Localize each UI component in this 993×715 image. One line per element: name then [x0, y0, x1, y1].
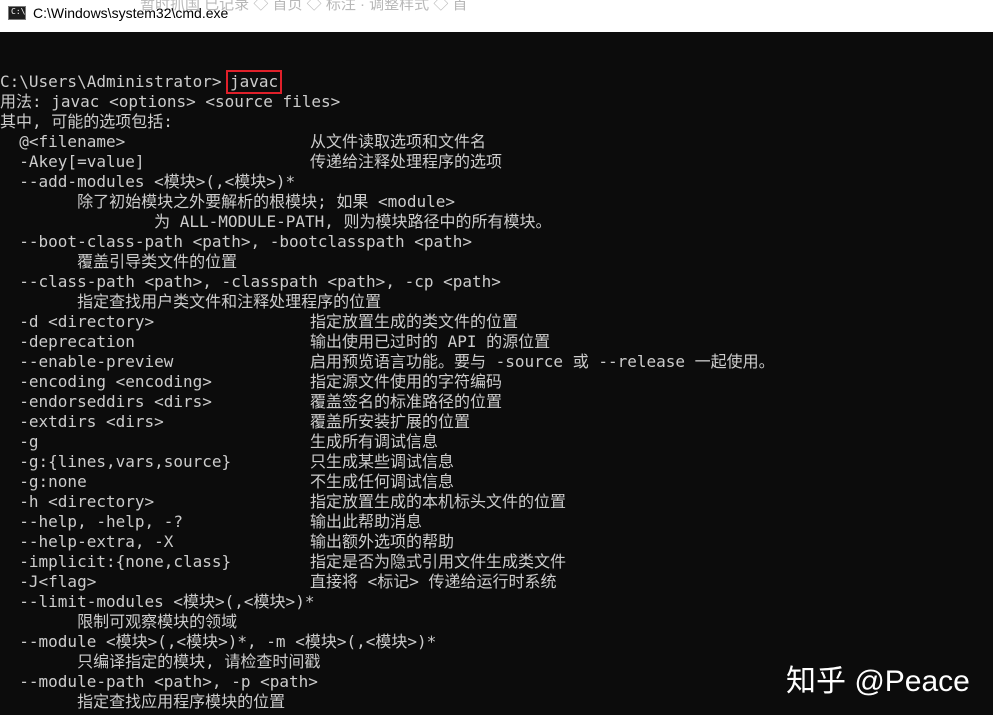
- option-text: 指定查找应用程序模块的位置: [0, 692, 286, 711]
- console-line: -d <directory> 指定放置生成的类文件的位置: [0, 312, 993, 332]
- console-line: 覆盖引导类文件的位置: [0, 252, 993, 272]
- console-line: 为 ALL-MODULE-PATH, 则为模块路径中的所有模块。: [0, 212, 993, 232]
- option-text: -h <directory>: [0, 492, 155, 511]
- option-description: 直接将 <标记> 传递给运行时系统: [310, 572, 557, 591]
- option-description: 生成所有调试信息: [310, 432, 439, 451]
- option-text: 用法: javac <options> <source files>: [0, 92, 341, 111]
- option-text: 覆盖引导类文件的位置: [0, 252, 238, 271]
- option-text: -g: [0, 432, 39, 451]
- window-title: C:\Windows\system32\cmd.exe: [33, 5, 229, 21]
- console-line: 用法: javac <options> <source files>: [0, 92, 993, 112]
- option-text: -d <directory>: [0, 312, 155, 331]
- console-line: -encoding <encoding> 指定源文件使用的字符编码: [0, 372, 993, 392]
- option-text: -encoding <encoding>: [0, 372, 212, 391]
- cmd-app-icon[interactable]: C:\: [8, 6, 26, 20]
- console-line: --add-modules <模块>(,<模块>)*: [0, 172, 993, 192]
- console-line: -Akey[=value] 传递给注释处理程序的选项: [0, 152, 993, 172]
- console-line: -deprecation 输出使用已过时的 API 的源位置: [0, 332, 993, 352]
- option-text: --class-path <path>, -classpath <path>, …: [0, 272, 501, 291]
- option-description: 指定放置生成的本机标头文件的位置: [310, 492, 567, 511]
- console-line: -g 生成所有调试信息: [0, 432, 993, 452]
- option-description: 输出额外选项的帮助: [310, 532, 455, 551]
- option-text: --module-path <path>, -p <path>: [0, 672, 318, 691]
- command-prompt: C:\Users\Administrator>: [0, 72, 222, 91]
- console-line: -J<flag> 直接将 <标记> 传递给运行时系统: [0, 572, 993, 592]
- console-line: 指定查找用户类文件和注释处理程序的位置: [0, 292, 993, 312]
- console-line: -endorseddirs <dirs> 覆盖签名的标准路径的位置: [0, 392, 993, 412]
- option-description: 输出使用已过时的 API 的源位置: [310, 332, 551, 351]
- option-text: -endorseddirs <dirs>: [0, 392, 212, 411]
- option-text: -deprecation: [0, 332, 135, 351]
- option-description: 指定是否为隐式引用文件生成类文件: [310, 552, 567, 571]
- option-description: 不生成任何调试信息: [310, 472, 455, 491]
- console-line: --class-path <path>, -classpath <path>, …: [0, 272, 993, 292]
- option-text: -g:none: [0, 472, 87, 491]
- console-line: --boot-class-path <path>, -bootclasspath…: [0, 232, 993, 252]
- console-line: --help-extra, -X 输出额外选项的帮助: [0, 532, 993, 552]
- option-text: 为 ALL-MODULE-PATH, 则为模块路径中的所有模块。: [0, 212, 552, 231]
- option-text: @<filename>: [0, 132, 126, 151]
- option-text: 其中, 可能的选项包括:: [0, 112, 173, 131]
- prompt-line: C:\Users\Administrator> javac: [0, 70, 993, 94]
- option-description: 覆盖签名的标准路径的位置: [310, 392, 503, 411]
- option-text: 只编译指定的模块, 请检查时间戳: [0, 652, 321, 671]
- option-description: 只生成某些调试信息: [310, 452, 455, 471]
- console-line: --enable-preview 启用预览语言功能。要与 -source 或 --…: [0, 352, 993, 372]
- option-description: 启用预览语言功能。要与 -source 或 --release 一起使用。: [310, 352, 775, 371]
- option-description: 指定源文件使用的字符编码: [310, 372, 503, 391]
- console-line: -extdirs <dirs> 覆盖所安装扩展的位置: [0, 412, 993, 432]
- option-text: -J<flag>: [0, 572, 97, 591]
- console-line: -g:none 不生成任何调试信息: [0, 472, 993, 492]
- console-line: -h <directory> 指定放置生成的本机标头文件的位置: [0, 492, 993, 512]
- option-text: --add-modules <模块>(,<模块>)*: [0, 172, 296, 191]
- option-text: -Akey[=value]: [0, 152, 145, 171]
- console-line: 其中, 可能的选项包括:: [0, 112, 993, 132]
- console-line: @<filename> 从文件读取选项和文件名: [0, 132, 993, 152]
- console-line: --help, -help, -? 输出此帮助消息: [0, 512, 993, 532]
- option-description: 输出此帮助消息: [310, 512, 423, 531]
- console-line: -g:{lines,vars,source} 只生成某些调试信息: [0, 452, 993, 472]
- option-text: --boot-class-path <path>, -bootclasspath…: [0, 232, 473, 251]
- console-line: 限制可观察模块的领域: [0, 612, 993, 632]
- console-line: 除了初始模块之外要解析的根模块; 如果 <module>: [0, 192, 993, 212]
- typed-command-highlighted: javac: [225, 70, 283, 94]
- option-description: 从文件读取选项和文件名: [310, 132, 487, 151]
- console-line: --module <模块>(,<模块>)*, -m <模块>(,<模块>)*: [0, 632, 993, 652]
- option-text: -extdirs <dirs>: [0, 412, 164, 431]
- option-description: 覆盖所安装扩展的位置: [310, 412, 471, 431]
- option-text: --module <模块>(,<模块>)*, -m <模块>(,<模块>)*: [0, 632, 437, 651]
- option-description: 传递给注释处理程序的选项: [310, 152, 503, 171]
- option-description: 指定放置生成的类文件的位置: [310, 312, 519, 331]
- console-line: -implicit:{none,class} 指定是否为隐式引用文件生成类文件: [0, 552, 993, 572]
- option-text: --limit-modules <模块>(,<模块>)*: [0, 592, 315, 611]
- console-line: --limit-modules <模块>(,<模块>)*: [0, 592, 993, 612]
- option-text: 指定查找用户类文件和注释处理程序的位置: [0, 292, 382, 311]
- option-text: --enable-preview: [0, 352, 174, 371]
- option-text: -implicit:{none,class}: [0, 552, 232, 571]
- console-output[interactable]: C:\Users\Administrator> javac 用法: javac …: [0, 70, 993, 712]
- watermark-text: 知乎 @Peace: [786, 665, 970, 698]
- option-text: -g:{lines,vars,source}: [0, 452, 232, 471]
- title-bar[interactable]: 暂时抓国 已记录 ◇ 首页 ◇ 标注 · 调整样式 ◇ 首 C:\ C:\Win…: [0, 0, 993, 32]
- option-text: --help, -help, -?: [0, 512, 184, 531]
- option-text: --help-extra, -X: [0, 532, 174, 551]
- option-text: 限制可观察模块的领域: [0, 612, 238, 631]
- option-text: 除了初始模块之外要解析的根模块; 如果 <module>: [0, 192, 456, 211]
